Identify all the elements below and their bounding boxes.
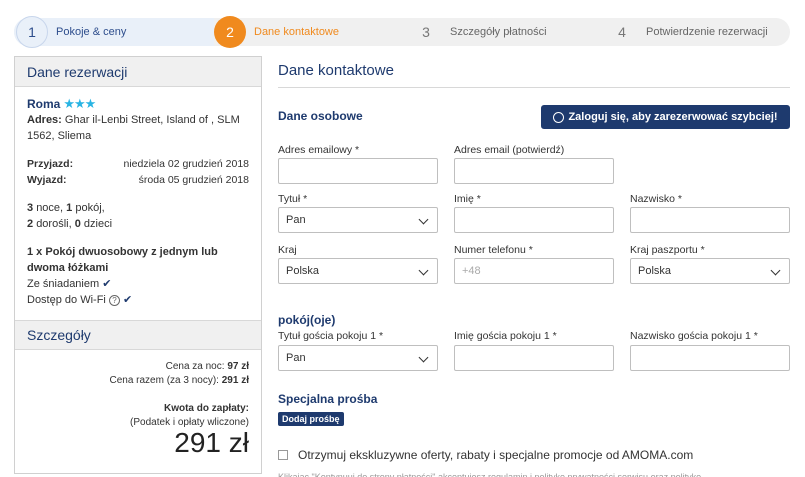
title-select[interactable]: Pan [278,207,438,233]
checkout-row: Wyjazd: środa 05 grudzień 2018 [27,172,249,188]
breakfast-feature: Ze śniadaniem ✔ [27,276,249,292]
booking-stepper: 1 Pokoje & ceny 2 Dane kontaktowe 3 Szcz… [14,14,790,50]
step-number: 2 [214,16,246,48]
checkout-label: Wyjazd: [27,174,67,186]
firstname-label: Imię * [454,193,481,205]
terms-text: Klikając "Kontynuuj do strony płatności"… [278,472,702,477]
help-icon[interactable]: ? [108,295,120,306]
guest-title-select[interactable]: Pan [278,345,438,371]
add-request-button[interactable]: Dodaj prośbę [278,412,344,426]
star-rating-icon: ★★★ [63,96,96,111]
reservation-panel-title: Dane rezerwacji [15,57,261,87]
lastname-label: Nazwisko * [630,193,682,205]
step-number: 4 [618,24,626,40]
phone-label: Numer telefonu * [454,244,533,256]
due-label: Kwota do zapłaty: [163,403,249,414]
country-label: Kraj [278,244,297,256]
lastname-input[interactable] [630,207,790,233]
guest-lastname-label: Nazwisko gościa pokoju 1 * [630,330,758,342]
checkin-row: Przyjazd: niedziela 02 grudzień 2018 [27,156,249,172]
room-type: Pokój dwuosobowy z jednym lub dwoma łóżk… [27,246,218,274]
step-payment-details: 3 Szczegóły płatności [410,14,547,50]
rooms-text: pokój, [75,202,105,214]
children-count: 0 [74,218,81,230]
total-label: Cena razem (za 3 nocy): [109,375,219,386]
guest-lastname-input[interactable] [630,345,790,371]
guest-title-label: Tytuł gościa pokoju 1 * [278,330,384,342]
page-title: Dane kontaktowe [278,56,790,88]
email-input[interactable] [278,158,438,184]
email-label: Adres emailowy * [278,144,360,156]
contact-form: Dane kontaktowe Dane osobowe Zaloguj się… [278,56,790,477]
title-label: Tytuł * [278,193,308,205]
adults-text: dorośli, [36,218,72,230]
checkin-date: niedziela 02 grudzień 2018 [123,158,249,170]
login-button-label: Zaloguj się, aby zarezerwować szybciej! [568,111,778,123]
step-label: Dane kontaktowe [254,26,339,38]
nights-count: 3 [27,202,34,214]
checkmark-icon: ✔ [102,278,112,290]
rooms-title: pokój(oje) [278,313,336,327]
phone-placeholder: +48 [462,265,481,277]
hotel-name-row: Roma ★★★ [27,96,249,112]
user-icon [553,111,565,123]
wifi-label: Dostęp do Wi-Fi [27,294,106,306]
checkout-date: środa 05 grudzień 2018 [138,174,249,186]
offers-label: Otrzymuj ekskluzywne oferty, rabaty i sp… [298,448,694,462]
personal-data-title: Dane osobowe [278,109,363,123]
offers-checkbox[interactable] [278,450,288,460]
step-number: 3 [422,24,430,40]
per-night-row: Cena za noc: 97 zł [27,360,249,374]
breakfast-label: Ze śniadaniem [27,278,100,290]
per-night-label: Cena za noc: [165,361,225,372]
step-contact-details: 2 Dane kontaktowe [214,14,339,50]
reservation-sidebar: Dane rezerwacji Roma ★★★ Adres: Ghar il-… [14,56,262,474]
passport-country-select[interactable]: Polska [630,258,790,284]
phone-input[interactable]: +48 [454,258,614,284]
step-label: Szczegóły płatności [450,26,547,38]
checkmark-icon: ✔ [122,294,133,306]
step-number: 1 [16,16,48,48]
email-confirm-label: Adres email (potwierdź) [454,144,565,156]
email-confirm-input[interactable] [454,158,614,184]
hotel-name: Roma [27,97,61,111]
step-label: Potwierdzenie rezerwacji [646,26,768,38]
total-value: 291 zł [221,375,249,386]
room-quantity: 1 x [27,246,43,258]
step-rooms-prices[interactable]: 1 Pokoje & ceny [16,14,126,50]
step-label: Pokoje & ceny [56,26,127,38]
country-select[interactable]: Polska [278,258,438,284]
details-panel-title: Szczegóły [15,320,261,350]
nights-text: noce, [36,202,64,214]
special-request-title: Specjalna prośba [278,392,378,406]
total-row: Cena razem (za 3 nocy): 291 zł [27,374,249,388]
rooms-count: 1 [66,202,73,214]
reservation-details: Roma ★★★ Adres: Ghar il-Lenbi Street, Is… [15,87,261,308]
address-label: Adres: [27,114,62,126]
adults-count: 2 [27,218,34,230]
wifi-feature: Dostęp do Wi-Fi ? ✔ [27,292,249,308]
amount-due: 291 zł [174,427,249,458]
checkin-label: Przyjazd: [27,158,74,170]
per-night-value: 97 zł [227,361,249,372]
guest-firstname-input[interactable] [454,345,614,371]
login-button[interactable]: Zaloguj się, aby zarezerwować szybciej! [541,105,790,129]
guest-firstname-label: Imię gościa pokoju 1 * [454,330,557,342]
room-summary: 1 x Pokój dwuosobowy z jednym lub dwoma … [27,244,249,276]
firstname-input[interactable] [454,207,614,233]
passport-label: Kraj paszportu * [630,244,705,256]
children-text: dzieci [83,218,113,230]
stay-summary: 3 noce, 1 pokój, 2 dorośli, 0 dzieci [27,200,249,232]
price-details: Cena za noc: 97 zł Cena razem (za 3 nocy… [15,350,261,458]
hotel-address: Adres: Ghar il-Lenbi Street, Island of ,… [27,112,249,144]
step-confirmation: 4 Potwierdzenie rezerwacji [606,14,768,50]
